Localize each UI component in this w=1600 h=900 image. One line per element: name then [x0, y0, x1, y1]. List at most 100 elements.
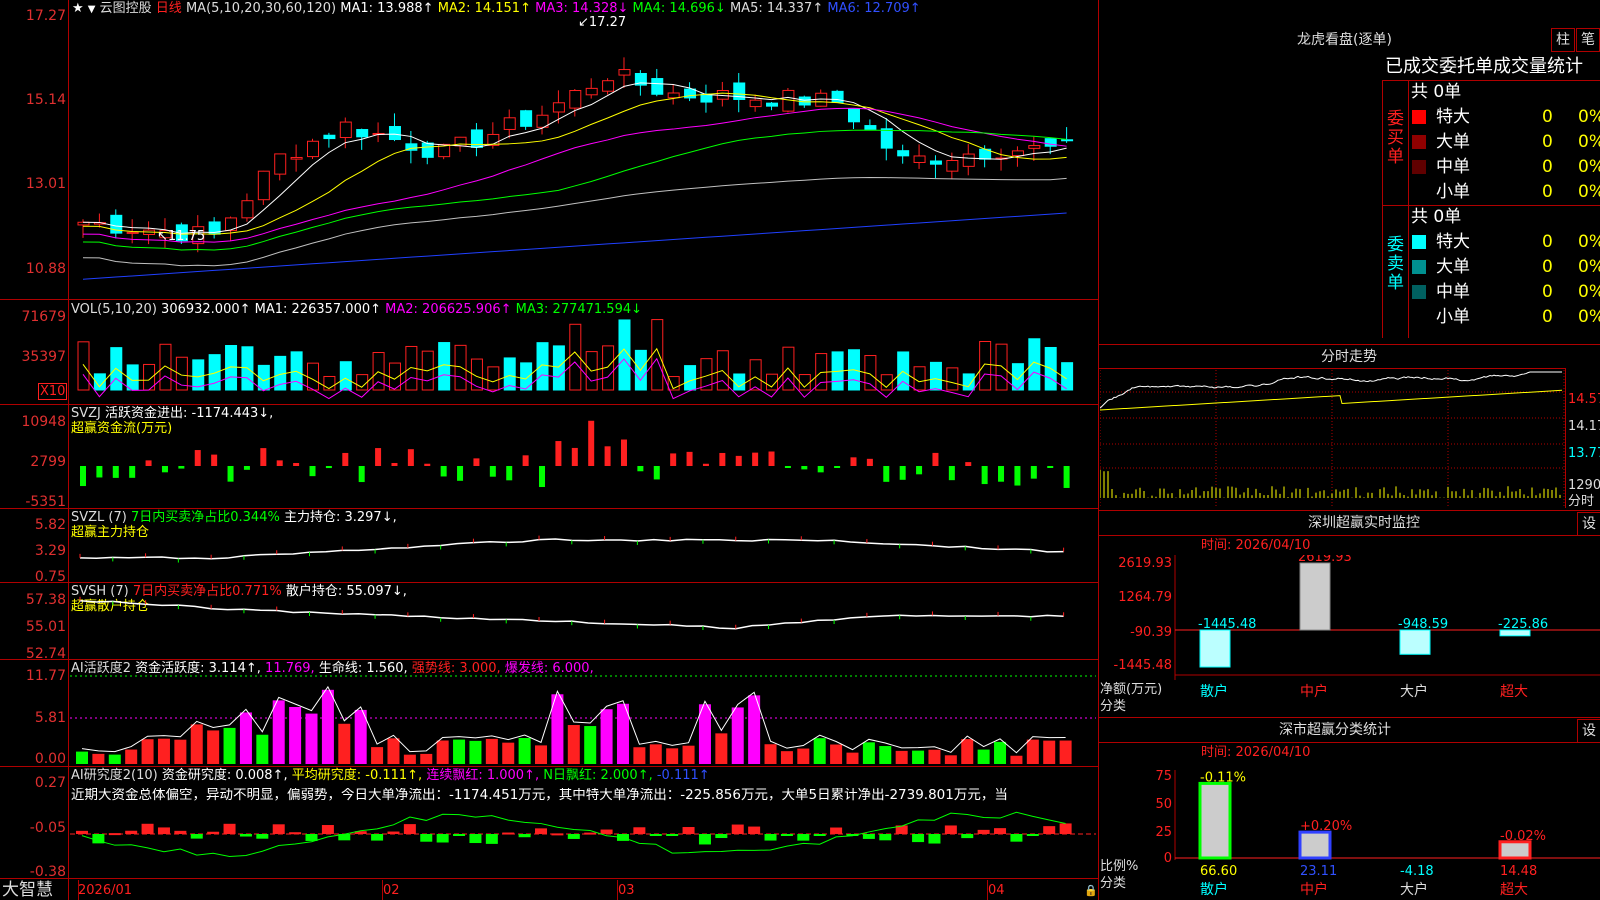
monitor-bar-value: -225.86	[1498, 617, 1548, 632]
candle-body	[864, 125, 877, 130]
svzl-axis-3: 0.75	[34, 569, 66, 585]
active-bar	[912, 750, 925, 764]
research-bar	[76, 830, 88, 834]
monitor-bar-chart[interactable]: 2619.93 1264.79 -90.39 -1445.48 -1445.48 散户 26…	[1100, 555, 1600, 715]
classify-bar-chart[interactable]: 75 50 25 0 -0.11% 66.60 散户 +0.20% 23.11 中户 -4.18 大户…	[1100, 762, 1600, 900]
column-mode-button[interactable]: 柱	[1551, 28, 1575, 52]
active-bar	[157, 738, 170, 764]
volume-bar	[749, 359, 762, 391]
sell-row-name-3: 小单	[1436, 307, 1470, 327]
flow-bar	[604, 446, 611, 466]
ma1-value: MA1: 13.988↑	[340, 1, 434, 16]
price-header: ★ ▼ 云图控股 日线 MA(5,10,20,30,60,120) MA1: 1…	[72, 1, 921, 17]
research-bar	[289, 832, 302, 835]
flow-bar	[686, 451, 693, 466]
active-bar	[846, 752, 859, 764]
vol-ma1: MA1: 226357.000↑	[254, 302, 382, 317]
research-bar	[141, 823, 154, 834]
capital-flow-chart[interactable]	[70, 418, 1096, 506]
research-bar	[633, 827, 646, 834]
candle-body	[356, 129, 369, 138]
research-bar	[1043, 826, 1056, 834]
main-holding-chart[interactable]	[70, 520, 1096, 582]
volume-bar	[356, 374, 369, 391]
active-bar	[420, 753, 433, 764]
research-bar	[108, 833, 121, 836]
active-bar	[223, 727, 236, 764]
active-bar	[1010, 755, 1023, 764]
classify-settings-button[interactable]: 设	[1577, 719, 1600, 743]
active-bar	[239, 712, 252, 764]
active-bar	[469, 740, 482, 764]
buy-row-name-0: 特大	[1436, 107, 1470, 127]
flow-bar	[998, 466, 1005, 482]
period-label[interactable]: 日线	[156, 1, 182, 16]
volume-chart[interactable]	[70, 318, 1096, 402]
active-bar	[731, 707, 744, 764]
ma2-value: MA2: 14.151↑	[437, 1, 531, 16]
classify-axis-label: 75	[1155, 769, 1172, 784]
research-bar	[961, 834, 974, 839]
active-bar	[535, 745, 548, 764]
vol-axis-1: 71679	[21, 309, 66, 325]
sell-row-pct-1: 0%	[1578, 257, 1600, 277]
candlestick-chart[interactable]	[70, 18, 1096, 298]
flow-bar	[539, 466, 546, 488]
ma-params: MA(5,10,20,30,60,120)	[185, 1, 337, 16]
classify-category: 大户	[1400, 881, 1428, 898]
star-icon[interactable]: ★	[72, 1, 84, 16]
ai-active-axis-3: 0.00	[34, 751, 66, 767]
flow-bar	[653, 466, 660, 480]
candle-body	[1028, 145, 1041, 149]
dropdown-icon[interactable]: ▼	[88, 4, 96, 15]
svzj-axis-3: -5351	[25, 494, 66, 510]
volume-bar	[1028, 338, 1041, 391]
intraday-chart[interactable]	[1100, 370, 1565, 508]
flow-bar	[145, 460, 152, 466]
active-bar	[764, 744, 777, 764]
monitor-bar	[1399, 629, 1431, 655]
ai-research-chart[interactable]	[70, 804, 1096, 878]
active-bar	[666, 748, 679, 764]
volume-bar	[454, 344, 467, 391]
active-bar	[289, 706, 302, 764]
ai-active-chart[interactable]	[70, 674, 1096, 766]
lhb-title: 龙虎看盘(逐单)	[1297, 32, 1392, 48]
lock-icon[interactable]: 🔒	[1084, 883, 1098, 898]
sell-row-pct-2: 0%	[1578, 282, 1600, 302]
price-axis-2: 15.14	[25, 92, 66, 108]
flow-bar	[866, 458, 873, 466]
flow-bar	[194, 450, 201, 466]
monitor-xlabel: 分类	[1100, 699, 1127, 714]
monitor-bar-value: -1445.48	[1198, 617, 1256, 632]
volume-bar	[962, 373, 975, 391]
research-bar	[797, 834, 810, 841]
flow-bar	[358, 466, 365, 483]
research-bar	[157, 827, 170, 834]
candle-body	[307, 140, 320, 158]
buy-row-pct-3: 0%	[1578, 182, 1600, 202]
active-bar	[879, 746, 892, 764]
active-bar	[1059, 740, 1072, 764]
intraday-axis-1: 14.57	[1568, 392, 1600, 407]
svsh-axis-3: 52.74	[25, 646, 66, 662]
research-bar	[584, 832, 597, 835]
flow-bar	[407, 449, 414, 466]
sell-row-pct-3: 0%	[1578, 307, 1600, 327]
active-bar	[207, 730, 220, 764]
monitor-settings-button[interactable]: 设	[1577, 512, 1600, 536]
flow-bar	[784, 466, 791, 468]
brand-logo[interactable]: 大智慧	[2, 880, 53, 900]
tick-mode-button[interactable]: 笔	[1576, 28, 1600, 52]
volume-bar	[208, 354, 221, 391]
active-bar	[272, 700, 285, 764]
sell-row-vol-2: 0	[1542, 282, 1553, 302]
classify-title: 深市超赢分类统计	[1279, 722, 1391, 738]
flow-bar	[457, 466, 464, 481]
vol-ma2: MA2: 206625.906↑	[385, 302, 512, 317]
retail-holding-chart[interactable]	[70, 596, 1096, 658]
flow-bar	[637, 466, 644, 472]
stock-name[interactable]: 云图控股	[100, 1, 152, 16]
volume-bar	[159, 343, 172, 391]
intraday-axis-2: 14.17	[1568, 419, 1600, 434]
